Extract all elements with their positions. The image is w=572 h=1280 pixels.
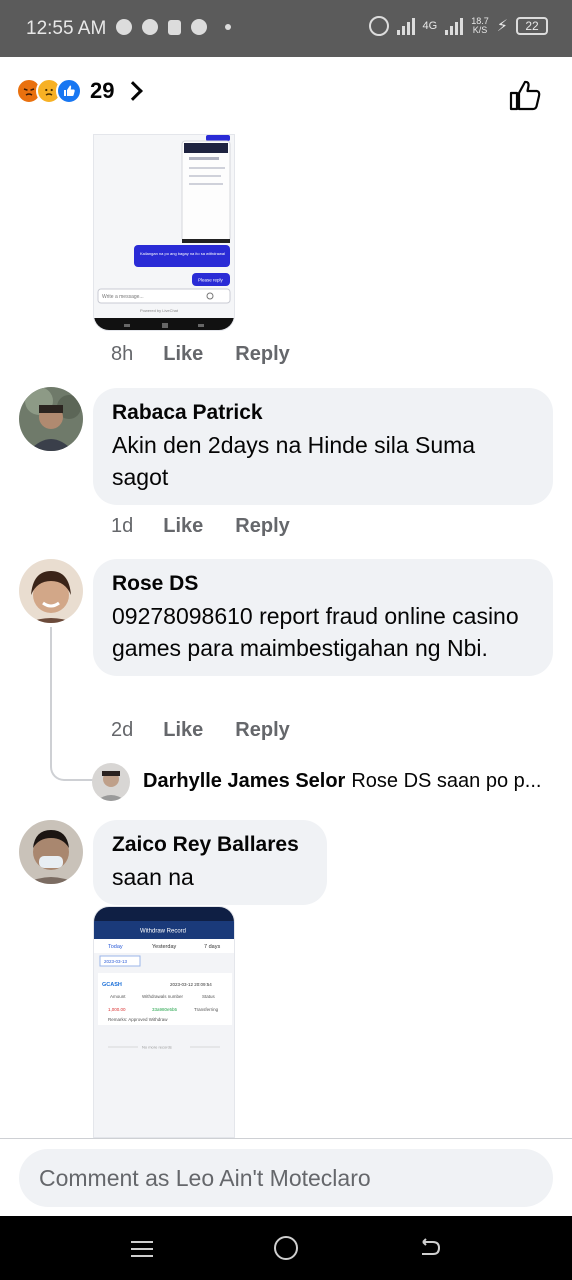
- comment-time: 8h: [111, 343, 134, 365]
- svg-text:Please reply: Please reply: [198, 278, 224, 283]
- view-reply-link[interactable]: Darhylle James Selor Rose DS saan po p...: [143, 770, 548, 793]
- svg-text:Transferring: Transferring: [194, 1007, 219, 1012]
- status-bar: 12:55 AM 4G 18.7 K/S ⚡ 22: [0, 0, 572, 57]
- svg-text:33a980e5b5: 33a980e5b5: [152, 1007, 178, 1012]
- notification-icons: [116, 19, 231, 35]
- comment-input[interactable]: [19, 1149, 553, 1207]
- avatar[interactable]: [19, 387, 83, 451]
- like-post-button[interactable]: [508, 78, 542, 112]
- attached-image-chat[interactable]: Kailangan na po ang bagay na ito sa with…: [93, 134, 235, 331]
- like-button[interactable]: Like: [163, 343, 203, 366]
- svg-text:2023-03-12 20:09:54: 2023-03-12 20:09:54: [170, 982, 212, 987]
- flame-icon: [191, 19, 207, 35]
- like-button[interactable]: Like: [163, 515, 203, 538]
- status-time: 12:55 AM: [26, 18, 107, 39]
- comment-text: saan na: [112, 864, 194, 890]
- svg-text:2023-03-13: 2023-03-13: [104, 959, 128, 964]
- reply-button[interactable]: Reply: [235, 515, 289, 538]
- like-button[interactable]: Like: [163, 719, 203, 742]
- svg-text:7 days: 7 days: [204, 944, 220, 950]
- comment-text: Akin den 2days na Hinde sila Suma sagot: [112, 432, 476, 490]
- svg-text:No more records: No more records: [142, 1045, 172, 1050]
- svg-text:Kailangan na po ang bagay na i: Kailangan na po ang bagay na ito sa with…: [140, 251, 225, 256]
- net-speed: 18.7 K/S: [471, 16, 489, 35]
- svg-text:Status: Status: [202, 994, 216, 999]
- reactions-summary[interactable]: 29: [16, 78, 144, 104]
- comment-text: 09278098610 report fraud online casino g…: [112, 603, 519, 661]
- comment-bubble: Rose DS 09278098610 report fraud online …: [93, 559, 553, 676]
- comment-bubble: Zaico Rey Ballares saan na: [93, 820, 327, 905]
- svg-text:Write a message...: Write a message...: [102, 294, 144, 300]
- reply-button[interactable]: Reply: [235, 343, 289, 366]
- svg-text:Withdraw Record: Withdraw Record: [140, 929, 186, 935]
- svg-text:Yesterday: Yesterday: [152, 944, 177, 950]
- avatar[interactable]: [19, 559, 83, 623]
- chat-screenshot-image: Kailangan na po ang bagay na ito sa with…: [94, 135, 234, 330]
- svg-text:Amount: Amount: [110, 994, 126, 999]
- comment-composer-bar: [0, 1138, 572, 1216]
- reaction-count: 29: [90, 78, 115, 103]
- comment-bubble: Rabaca Patrick Akin den 2days na Hinde s…: [93, 388, 553, 505]
- back-button[interactable]: [417, 1236, 443, 1260]
- comment-time: 1d: [111, 515, 134, 537]
- svg-text:Today: Today: [108, 944, 123, 950]
- messenger-icon: [116, 19, 132, 35]
- svg-text:Powered by LiveChat: Powered by LiveChat: [140, 308, 179, 313]
- chevron-right-icon: [123, 81, 144, 101]
- svg-text:Remarks: Approved Withdraw: Remarks: Approved Withdraw: [108, 1017, 168, 1022]
- comment-time: 2d: [111, 719, 134, 741]
- navigation-bar: [0, 1216, 572, 1280]
- svg-text:GCASH: GCASH: [102, 982, 122, 988]
- home-button[interactable]: [274, 1236, 298, 1260]
- comment-author[interactable]: Rose DS: [112, 571, 534, 597]
- comment-actions: 1d Like Reply: [111, 515, 290, 538]
- image-comment-actions: 8h Like Reply: [111, 343, 290, 366]
- avatar[interactable]: [19, 820, 83, 884]
- withdraw-screenshot-image: Withdraw Record Today Yesterday 7 days 2…: [94, 907, 234, 1137]
- recent-apps-button[interactable]: [131, 1236, 157, 1260]
- thumbs-up-icon: [509, 80, 541, 111]
- comment-actions: 2d Like Reply: [111, 719, 290, 742]
- svg-text:1,000.00: 1,000.00: [108, 1007, 126, 1012]
- svg-text:Withdrawals number: Withdrawals number: [142, 994, 184, 999]
- alarm-icon: [368, 16, 389, 36]
- comment-author[interactable]: Rabaca Patrick: [112, 400, 534, 426]
- battery-icon: 22: [516, 17, 548, 35]
- reply-snippet: Rose DS saan po p...: [351, 770, 542, 792]
- app-notification-icon: [142, 19, 158, 35]
- reply-avatar[interactable]: [92, 763, 130, 801]
- network-type: 4G: [422, 20, 438, 32]
- signal-icon-2: [445, 17, 464, 35]
- reply-button[interactable]: Reply: [235, 719, 289, 742]
- comment-author[interactable]: Zaico Rey Ballares: [112, 832, 308, 858]
- android-icon: [168, 19, 181, 35]
- signal-icon: [396, 17, 415, 35]
- system-icons: 4G 18.7 K/S ⚡ 22: [368, 16, 548, 36]
- like-reaction-icon: [56, 78, 82, 104]
- thread-line: [50, 627, 94, 781]
- attached-image-withdraw-record[interactable]: Withdraw Record Today Yesterday 7 days 2…: [93, 906, 235, 1138]
- charging-icon: ⚡: [496, 18, 508, 35]
- back-icon: [422, 1238, 441, 1255]
- more-notifications-icon: [225, 24, 231, 30]
- reply-author: Darhylle James Selor: [143, 770, 346, 792]
